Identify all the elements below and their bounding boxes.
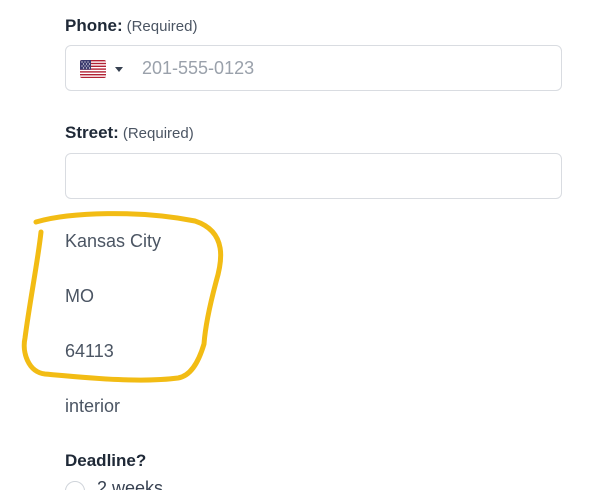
street-input[interactable] xyxy=(65,153,562,199)
deadline-option-label: 2 weeks xyxy=(97,478,164,490)
us-flag-icon[interactable] xyxy=(80,60,106,78)
zip-text: 64113 xyxy=(65,341,114,361)
phone-label: Phone: (Required) xyxy=(65,16,197,36)
street-required-note: (Required) xyxy=(122,125,194,142)
state-text: MO xyxy=(65,286,94,306)
deadline-label: Deadline? xyxy=(65,451,147,470)
property-type-text: interior xyxy=(65,396,121,416)
street-label-text: Street: xyxy=(65,123,119,142)
phone-field[interactable]: 201-555-0123 xyxy=(65,45,562,91)
country-dropdown-caret-icon[interactable] xyxy=(115,67,123,72)
phone-required-note: (Required) xyxy=(126,18,198,35)
phone-label-text: Phone: xyxy=(65,16,123,35)
deadline-radio-2-weeks[interactable] xyxy=(65,481,85,490)
street-label: Street: (Required) xyxy=(65,123,194,143)
phone-input-value[interactable]: 201-555-0123 xyxy=(142,58,254,79)
form-page: Phone: (Required) 201-555-0123 Street: (… xyxy=(0,0,591,490)
city-text: Kansas City xyxy=(65,231,162,251)
